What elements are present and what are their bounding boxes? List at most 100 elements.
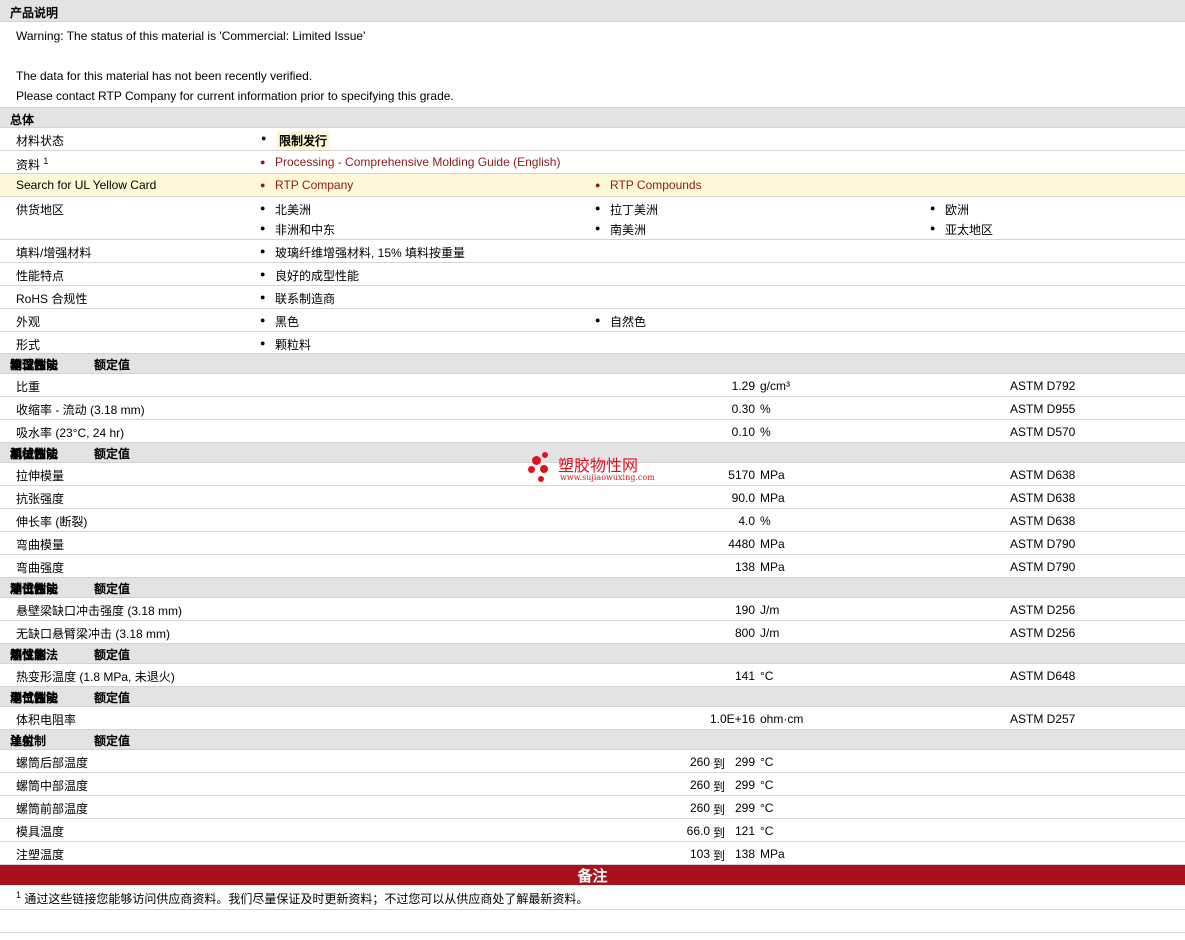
- property-label: 比重: [16, 380, 41, 394]
- row-value: 良好的成型性能: [260, 267, 359, 284]
- notes-header: 备注: [0, 865, 1185, 885]
- row-label: 供货地区: [16, 203, 65, 217]
- row-label: 形式: [16, 338, 41, 352]
- property-label: 无缺口悬臂梁冲击 (3.18 mm): [16, 627, 171, 641]
- property-unit: MPa: [760, 468, 785, 482]
- range-to: 121: [734, 824, 755, 838]
- property-unit: %: [760, 514, 771, 528]
- region-item: 亚太地区: [930, 221, 993, 238]
- property-value: 4.0: [738, 514, 755, 528]
- rtp-company-link[interactable]: RTP Company: [260, 178, 353, 192]
- property-label: 螺筒后部温度: [16, 756, 89, 770]
- property-value: 138: [734, 560, 755, 574]
- range-to: 299: [734, 801, 755, 815]
- row-regions: 供货地区 北美洲 拉丁美洲 欧洲 非洲和中东 南美洲 亚太地区: [0, 197, 1185, 240]
- row-label: 外观: [16, 315, 41, 329]
- property-unit: ohm·cm: [760, 712, 804, 726]
- section-header-general: 总体: [0, 108, 1185, 128]
- section-header-description: 产品说明: [0, 0, 1185, 22]
- row-value: 联系制造商: [260, 290, 335, 307]
- property-row: 无缺口悬臂梁冲击 (3.18 mm) 800 J/m ASTM D256: [0, 621, 1185, 644]
- property-label: 伸长率 (断裂): [16, 515, 88, 529]
- property-row: 弯曲强度 138 MPa ASTM D790: [0, 555, 1185, 578]
- row-rohs: RoHS 合规性 联系制造商: [0, 286, 1185, 309]
- property-row: 吸水率 (23°C, 24 hr) 0.10% ASTM D570: [0, 420, 1185, 443]
- property-row: 比重 1.29 g/cm³ ASTM D792: [0, 374, 1185, 397]
- section-header-physical: 物理性能 额定值 单位制 测试方法: [0, 354, 1185, 374]
- property-unit: °C: [760, 755, 774, 769]
- property-unit: °C: [760, 824, 774, 838]
- row-label: RoHS 合规性: [16, 292, 88, 306]
- range-to: 138: [734, 847, 755, 861]
- test-method: ASTM D955: [1010, 402, 1076, 416]
- row-material-status: 材料状态 限制发行: [0, 128, 1185, 151]
- property-row: 螺筒后部温度 260 到 299 °C: [0, 750, 1185, 773]
- contact-text: Please contact RTP Company for current i…: [16, 89, 454, 103]
- section-title: 总体: [10, 113, 35, 127]
- column-method: 测试方法: [10, 358, 59, 372]
- section-header-thermal: 热性能 额定值 单位制 测试方法: [0, 644, 1185, 664]
- property-label: 热变形温度 (1.8 MPa, 未退火): [16, 670, 175, 684]
- range-to: 299: [734, 778, 755, 792]
- guide-link[interactable]: Processing - Comprehensive Molding Guide…: [260, 155, 560, 169]
- property-unit: J/m: [760, 626, 780, 640]
- test-method: ASTM D570: [1010, 425, 1076, 439]
- test-method: ASTM D792: [1010, 379, 1076, 393]
- property-value: 0.10: [731, 425, 755, 439]
- warning-text: Warning: The status of this material is …: [16, 29, 366, 43]
- property-label: 体积电阻率: [16, 713, 77, 727]
- property-row: 螺筒前部温度 260 到 299 °C: [0, 796, 1185, 819]
- property-row: 弯曲模量 4480 MPa ASTM D790: [0, 532, 1185, 555]
- test-method: ASTM D648: [1010, 669, 1076, 683]
- test-method: ASTM D256: [1010, 626, 1076, 640]
- test-method: ASTM D638: [1010, 491, 1076, 505]
- property-label: 弯曲模量: [16, 538, 65, 552]
- property-value: 0.30: [731, 402, 755, 416]
- property-unit: %: [760, 402, 771, 416]
- row-value: 自然色: [595, 313, 646, 330]
- range-from: 260: [689, 778, 710, 792]
- property-value: 190: [734, 603, 755, 617]
- range-from: 260: [689, 801, 710, 815]
- property-value: 1.29: [731, 379, 755, 393]
- region-item: 南美洲: [595, 221, 646, 238]
- row-ul-search: Search for UL Yellow Card RTP Company RT…: [0, 174, 1185, 197]
- row-label: 资料 1: [16, 156, 49, 172]
- section-header-electrical: 电气性能 额定值 单位制 测试方法: [0, 687, 1185, 707]
- property-row: 体积电阻率 1.0E+16 ohm·cm ASTM D257: [0, 707, 1185, 730]
- property-unit: g/cm³: [760, 379, 790, 393]
- row-features: 性能特点 良好的成型性能: [0, 263, 1185, 286]
- description-block: Warning: The status of this material is …: [0, 22, 1185, 108]
- property-row: 抗张强度 90.0 MPa ASTM D638: [0, 486, 1185, 509]
- test-method: ASTM D790: [1010, 560, 1076, 574]
- property-row: 注塑温度 103 到 138 MPa: [0, 842, 1185, 865]
- row-value: 黑色: [260, 313, 299, 330]
- test-method: ASTM D256: [1010, 603, 1076, 617]
- blank-row: [0, 910, 1185, 933]
- column-method: 测试方法: [10, 582, 59, 596]
- property-row: 热变形温度 (1.8 MPa, 未退火) 141 °C ASTM D648: [0, 664, 1185, 687]
- notes-row: 1 通过这些链接您能够访问供应商资料。我们尽量保证及时更新资料；不过您可以从供应…: [0, 885, 1185, 910]
- property-unit: %: [760, 425, 771, 439]
- property-unit: J/m: [760, 603, 780, 617]
- test-method: ASTM D638: [1010, 468, 1076, 482]
- status-badge: 限制发行: [261, 131, 331, 150]
- property-label: 吸水率 (23°C, 24 hr): [16, 426, 125, 440]
- row-value: 颗粒料: [260, 336, 311, 353]
- row-filler: 填料/增强材料 玻璃纤维增强材料, 15% 填料按重量: [0, 240, 1185, 263]
- rtp-compounds-link[interactable]: RTP Compounds: [595, 178, 702, 192]
- row-form: 形式 颗粒料: [0, 332, 1185, 354]
- property-value: 800: [734, 626, 755, 640]
- range-from: 66.0: [686, 824, 710, 838]
- note-text: 1 通过这些链接您能够访问供应商资料。我们尽量保证及时更新资料；不过您可以从供应…: [16, 890, 589, 906]
- property-value: 1.0E+16: [709, 712, 755, 726]
- test-method: ASTM D638: [1010, 514, 1076, 528]
- verify-text: The data for this material has not been …: [16, 69, 313, 83]
- region-item: 拉丁美洲: [595, 201, 658, 218]
- row-label: Search for UL Yellow Card: [16, 178, 157, 192]
- property-label: 悬壁梁缺口冲击强度 (3.18 mm): [16, 604, 183, 618]
- range-to: 299: [734, 755, 755, 769]
- range-from: 103: [689, 847, 710, 861]
- property-label: 拉伸模量: [16, 469, 65, 483]
- property-unit: MPa: [760, 537, 785, 551]
